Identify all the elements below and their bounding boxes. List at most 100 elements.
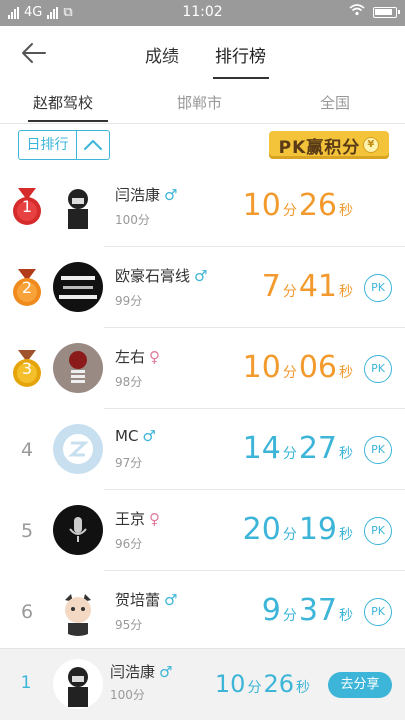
list-item[interactable]: 3 左右 ♀ 98分 10 分06 秒 PK <box>0 328 405 409</box>
avatar[interactable] <box>53 505 103 555</box>
minutes-value: 10 <box>242 350 281 385</box>
pk-button[interactable]: PK <box>364 274 392 302</box>
minutes-unit: 分 <box>247 680 262 696</box>
scope-tabs: 赵都驾校 邯郸市 全国 <box>0 80 405 124</box>
battery-icon <box>373 6 400 18</box>
tab-indicator <box>213 77 269 79</box>
rank-number: 3 <box>21 359 33 378</box>
user-score: 95分 <box>115 618 143 632</box>
user-name: MC <box>115 427 139 445</box>
back-button[interactable] <box>20 41 48 65</box>
elapsed-time: 10 分26 秒 <box>243 188 355 223</box>
minutes-value: 7 <box>261 269 281 304</box>
tab-scores[interactable]: 成绩 <box>145 42 179 67</box>
pk-button[interactable]: PK <box>364 517 392 545</box>
pk-button[interactable]: PK <box>364 598 392 626</box>
user-name: 贺培蕾 <box>115 591 161 609</box>
user-name: 闫浩康 <box>110 663 156 681</box>
list-item[interactable]: 1 闫浩康 ♂ 100分 10 分26 秒 <box>0 166 405 247</box>
list-item[interactable]: 4 MC ♂ 97分 14 分27 秒 PK <box>0 409 405 490</box>
minutes-unit: 分 <box>282 284 297 300</box>
elapsed-time: 20 分19 秒 <box>243 512 355 547</box>
avatar[interactable] <box>53 424 103 474</box>
user-score: 97分 <box>115 456 143 470</box>
my-rank-bar: 1 闫浩康 ♂ 100分 10 分26 秒 去分享 <box>0 648 405 720</box>
seconds-unit: 秒 <box>339 203 353 219</box>
seconds-unit: 秒 <box>296 680 310 696</box>
chevron-up-icon <box>76 131 109 159</box>
user-score: 99分 <box>115 294 143 308</box>
avatar[interactable] <box>53 659 103 709</box>
seconds-value: 06 <box>298 350 337 385</box>
status-bar: 4G ⧉ 11:02 <box>0 0 405 26</box>
user-score: 98分 <box>115 375 143 389</box>
elapsed-time: 9 分37 秒 <box>262 593 355 628</box>
minutes-value: 10 <box>214 670 246 698</box>
male-icon: ♂ <box>159 663 173 681</box>
elapsed-time: 7 分41 秒 <box>262 269 355 304</box>
male-icon: ♂ <box>142 427 156 445</box>
minutes-value: 10 <box>242 188 281 223</box>
list-item[interactable]: 6 贺培蕾 ♂ 95分 9 分37 秒 PK <box>0 571 405 652</box>
avatar[interactable] <box>53 343 103 393</box>
user-name: 王京 <box>115 510 146 528</box>
user-score: 96分 <box>115 537 143 551</box>
pk-reward-banner[interactable]: PK赢积分 ¥ <box>269 131 389 159</box>
tab-school[interactable]: 赵都驾校 <box>33 92 93 113</box>
rank-number: 2 <box>21 278 33 297</box>
rank-number: 4 <box>20 439 34 461</box>
status-time: 11:02 <box>182 4 223 20</box>
pk-banner-text: PK赢积分 <box>278 137 361 158</box>
seconds-value: 37 <box>298 593 337 628</box>
seconds-unit: 秒 <box>339 365 353 381</box>
minutes-unit: 分 <box>282 608 297 624</box>
rank-number: 1 <box>21 197 33 216</box>
female-icon: ♀ <box>149 510 161 528</box>
tab-nationwide[interactable]: 全国 <box>320 92 350 113</box>
seconds-unit: 秒 <box>339 608 353 624</box>
seconds-unit: 秒 <box>339 284 353 300</box>
tab-city[interactable]: 邯郸市 <box>177 92 222 113</box>
elapsed-time: 14 分27 秒 <box>243 431 355 466</box>
seconds-value: 27 <box>298 431 337 466</box>
user-name: 闫浩康 <box>115 186 161 204</box>
user-score: 100分 <box>110 688 145 702</box>
scope-tab-indicator <box>28 120 108 122</box>
seconds-value: 41 <box>298 269 337 304</box>
avatar[interactable] <box>53 586 103 636</box>
header: 成绩 排行榜 <box>0 26 405 80</box>
minutes-unit: 分 <box>282 446 297 462</box>
share-button[interactable]: 去分享 <box>328 672 392 698</box>
list-item[interactable]: 2 欧豪石膏线 ♂ 99分 7 分41 秒 PK <box>0 247 405 328</box>
male-icon: ♂ <box>164 186 178 204</box>
minutes-unit: 分 <box>282 203 297 219</box>
tab-leaderboard[interactable]: 排行榜 <box>215 42 266 67</box>
ranking-period-dropdown[interactable]: 日排行 <box>18 130 110 160</box>
rank-number: 5 <box>20 520 34 542</box>
elapsed-time: 10 分26 秒 <box>215 670 312 698</box>
minutes-value: 20 <box>242 512 281 547</box>
avatar[interactable] <box>53 262 103 312</box>
list-item[interactable]: 5 王京 ♀ 96分 20 分19 秒 PK <box>0 490 405 571</box>
ranking-period-label: 日排行 <box>26 137 69 153</box>
wifi-icon <box>349 4 365 20</box>
female-icon: ♀ <box>149 348 161 366</box>
pk-button[interactable]: PK <box>364 355 392 383</box>
seconds-value: 19 <box>298 512 337 547</box>
male-icon: ♂ <box>194 267 208 285</box>
user-name: 左右 <box>115 348 146 366</box>
seconds-value: 26 <box>263 670 294 698</box>
minutes-value: 14 <box>242 431 281 466</box>
minutes-unit: 分 <box>282 527 297 543</box>
minutes-unit: 分 <box>282 365 297 381</box>
minutes-value: 9 <box>261 593 281 628</box>
leaderboard-list: 1 闫浩康 ♂ 100分 10 分26 秒 2 欧豪石膏线 ♂ 99分 7 分41 秒 PK <box>0 166 405 652</box>
seconds-value: 26 <box>298 188 337 223</box>
coin-icon: ¥ <box>363 137 380 153</box>
pk-button[interactable]: PK <box>364 436 392 464</box>
elapsed-time: 10 分06 秒 <box>243 350 355 385</box>
seconds-unit: 秒 <box>339 446 353 462</box>
my-rank-number: 1 <box>20 673 32 693</box>
back-arrow-icon <box>22 43 46 63</box>
avatar[interactable] <box>53 181 103 231</box>
